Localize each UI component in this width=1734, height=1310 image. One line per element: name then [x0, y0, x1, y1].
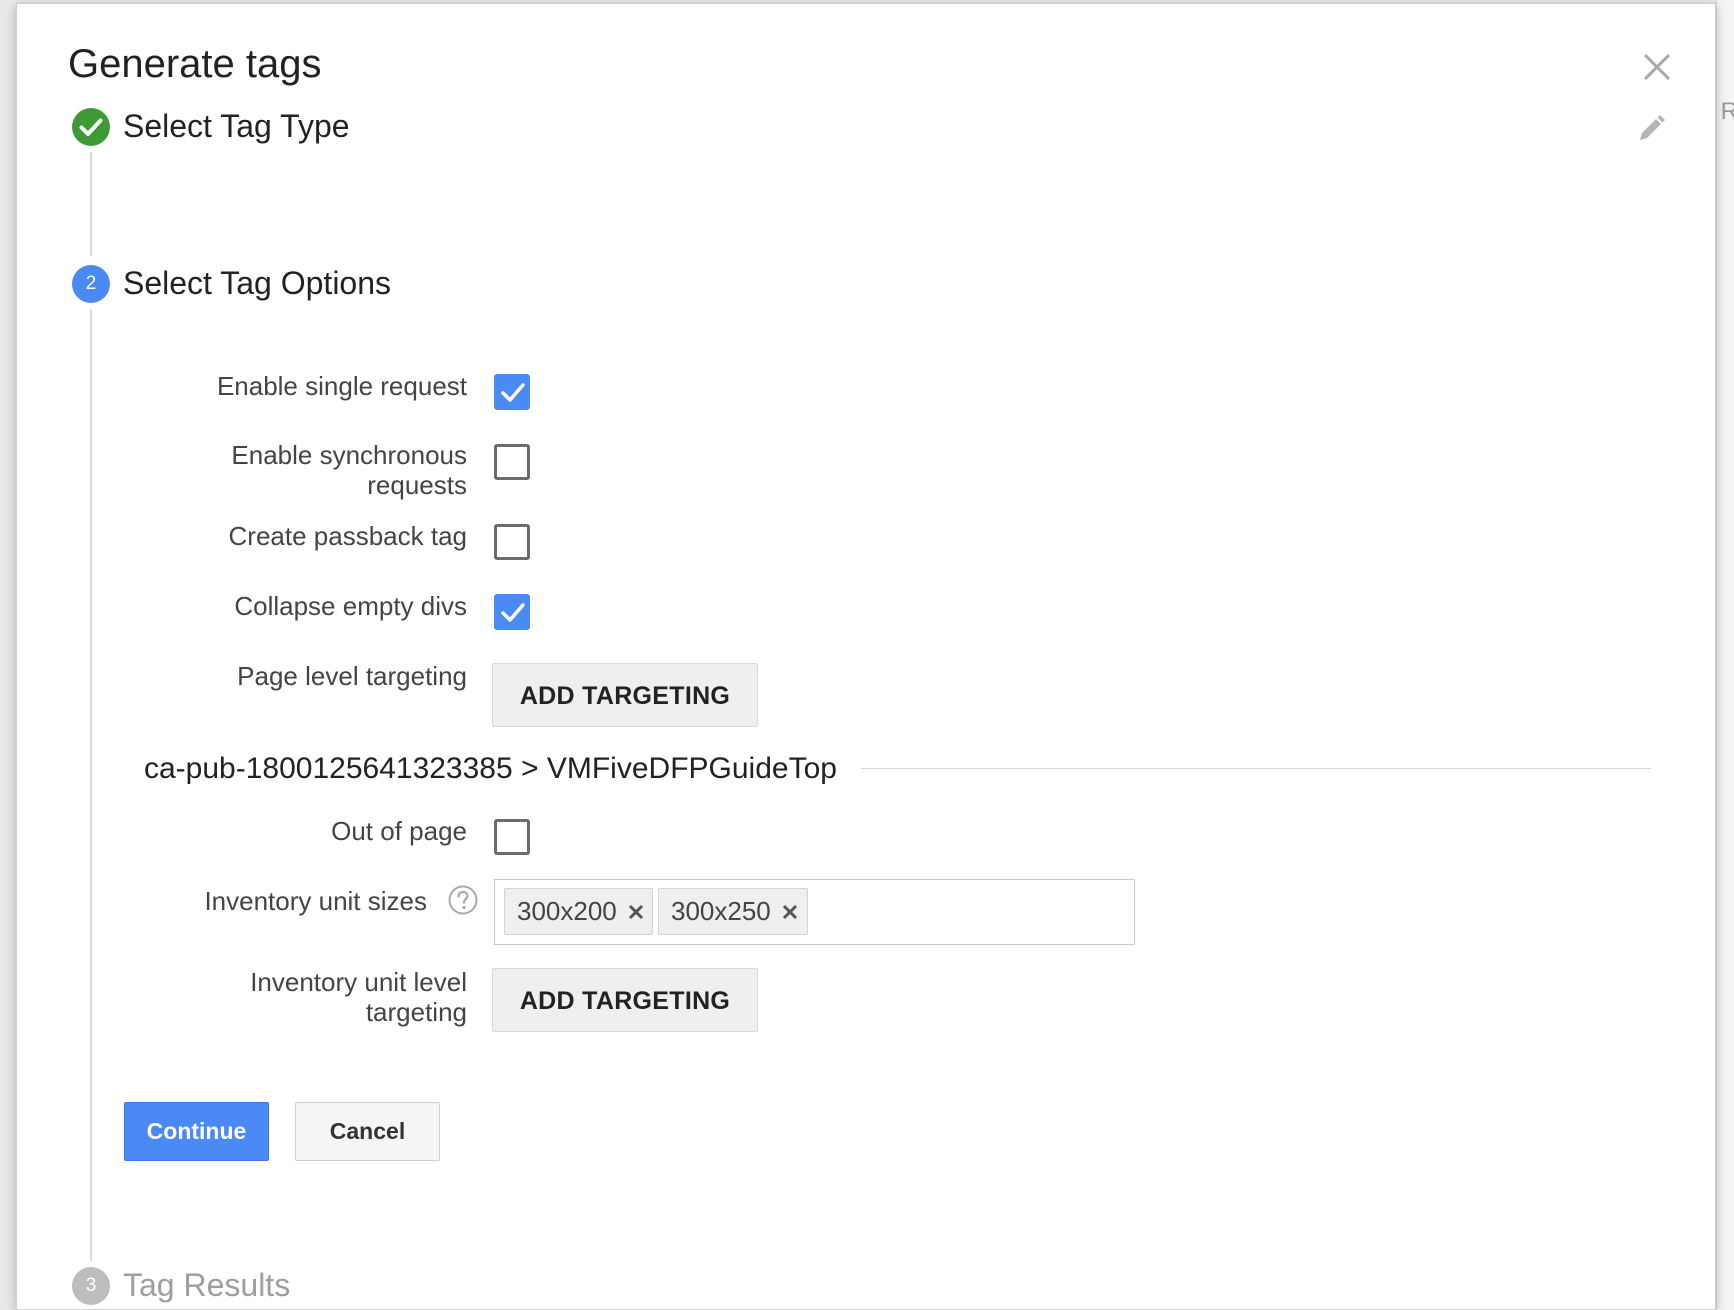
remove-icon[interactable] — [781, 903, 799, 921]
step-number-2: 2 — [72, 265, 110, 303]
background-panel-edge: R — [1716, 0, 1734, 1310]
step-title-select-tag-type[interactable]: Select Tag Type — [123, 108, 350, 145]
synchronous-requests-checkbox[interactable] — [494, 444, 530, 480]
single-request-label: Enable single request — [216, 371, 467, 401]
step-connector-2 — [90, 309, 92, 1261]
section-divider — [861, 768, 1651, 769]
background-partial-text: R — [1720, 98, 1734, 125]
ad-unit-path: ca-pub-1800125641323385 > VMFiveDFPGuide… — [144, 752, 837, 785]
close-icon[interactable] — [1637, 47, 1677, 87]
checkmark-icon — [501, 383, 525, 402]
add-page-targeting-button[interactable]: ADD TARGETING — [492, 663, 758, 727]
size-chip-label: 300x250 — [671, 896, 771, 926]
collapse-divs-label: Collapse empty divs — [234, 591, 467, 621]
step-title-tag-results: Tag Results — [123, 1267, 291, 1303]
passback-tag-checkbox[interactable] — [494, 524, 530, 560]
page-targeting-label: Page level targeting — [237, 661, 467, 691]
passback-tag-label: Create passback tag — [228, 521, 467, 551]
help-circle-icon[interactable] — [447, 884, 479, 916]
unit-targeting-label-line1: Inventory unit level — [250, 967, 467, 997]
checkmark-icon — [501, 603, 525, 622]
continue-button[interactable]: Continue — [124, 1102, 269, 1161]
cancel-button[interactable]: Cancel — [295, 1102, 440, 1161]
generate-tags-dialog: Generate tags Select Tag Type 2 Select T… — [16, 3, 1716, 1310]
out-of-page-checkbox[interactable] — [494, 819, 530, 855]
synchronous-label-line1: Enable synchronous — [231, 440, 467, 470]
step-title-select-tag-options: Select Tag Options — [123, 265, 392, 301]
size-chip-label: 300x200 — [517, 896, 617, 926]
single-request-checkbox[interactable] — [494, 374, 530, 410]
synchronous-label-line2: requests — [367, 470, 467, 500]
check-circle-icon — [72, 108, 110, 146]
inventory-sizes-input[interactable]: 300x200 300x250 — [494, 879, 1135, 945]
dialog-title: Generate tags — [68, 42, 322, 86]
remove-icon[interactable] — [627, 903, 645, 921]
size-chip: 300x250 — [658, 888, 808, 935]
pencil-icon[interactable] — [1634, 112, 1668, 146]
step-connector-1 — [90, 152, 92, 256]
inventory-sizes-label: Inventory unit sizes — [204, 886, 427, 916]
out-of-page-label: Out of page — [331, 816, 467, 846]
synchronous-requests-label: Enable synchronous requests — [167, 440, 467, 500]
collapse-divs-checkbox[interactable] — [494, 594, 530, 630]
unit-targeting-label-line2: targeting — [365, 997, 467, 1027]
unit-targeting-label: Inventory unit level targeting — [167, 967, 467, 1027]
step-number-3: 3 — [72, 1267, 110, 1305]
add-unit-targeting-button[interactable]: ADD TARGETING — [492, 968, 758, 1032]
size-chip: 300x200 — [504, 888, 653, 935]
